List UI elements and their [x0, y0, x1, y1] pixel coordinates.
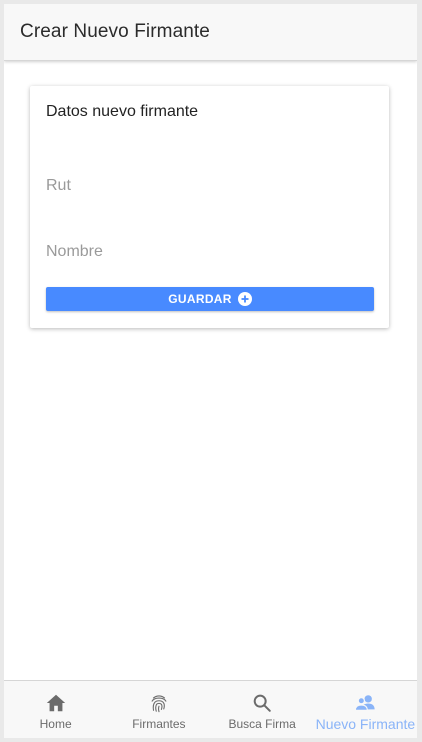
fingerprint-icon [151, 695, 167, 713]
tab-nuevo-firmante-label: Nuevo Firmante [315, 716, 416, 732]
app-window: Crear Nuevo Firmante Datos nuevo firmant… [4, 4, 417, 738]
add-circle-icon [237, 292, 252, 306]
search-icon [253, 694, 271, 712]
tab-busca-firma[interactable]: Busca Firma [211, 681, 314, 738]
tab-home[interactable]: Home [4, 681, 107, 738]
people-icon [355, 695, 375, 711]
tab-firmantes-label: Firmantes [132, 717, 186, 731]
header-toolbar: Crear Nuevo Firmante [4, 4, 417, 61]
tab-firmantes[interactable]: Firmantes [107, 681, 210, 738]
card-title: Datos nuevo firmante [46, 103, 199, 120]
bottom-tab-bar: Home Firmantes Busca Firma Nuevo Firmant… [4, 680, 417, 738]
nombre-input[interactable] [46, 235, 374, 269]
home-icon [46, 694, 65, 712]
page-title: Crear Nuevo Firmante [20, 21, 210, 42]
tab-home-label: Home [39, 717, 72, 731]
tab-nuevo-firmante[interactable]: Nuevo Firmante [314, 681, 417, 738]
save-button[interactable]: GUARDAR [46, 287, 374, 311]
rut-input[interactable] [46, 169, 374, 203]
new-signer-card: Datos nuevo firmante GUARDAR [30, 86, 389, 328]
save-button-label: GUARDAR [168, 292, 232, 306]
tab-busca-firma-label: Busca Firma [228, 717, 296, 731]
